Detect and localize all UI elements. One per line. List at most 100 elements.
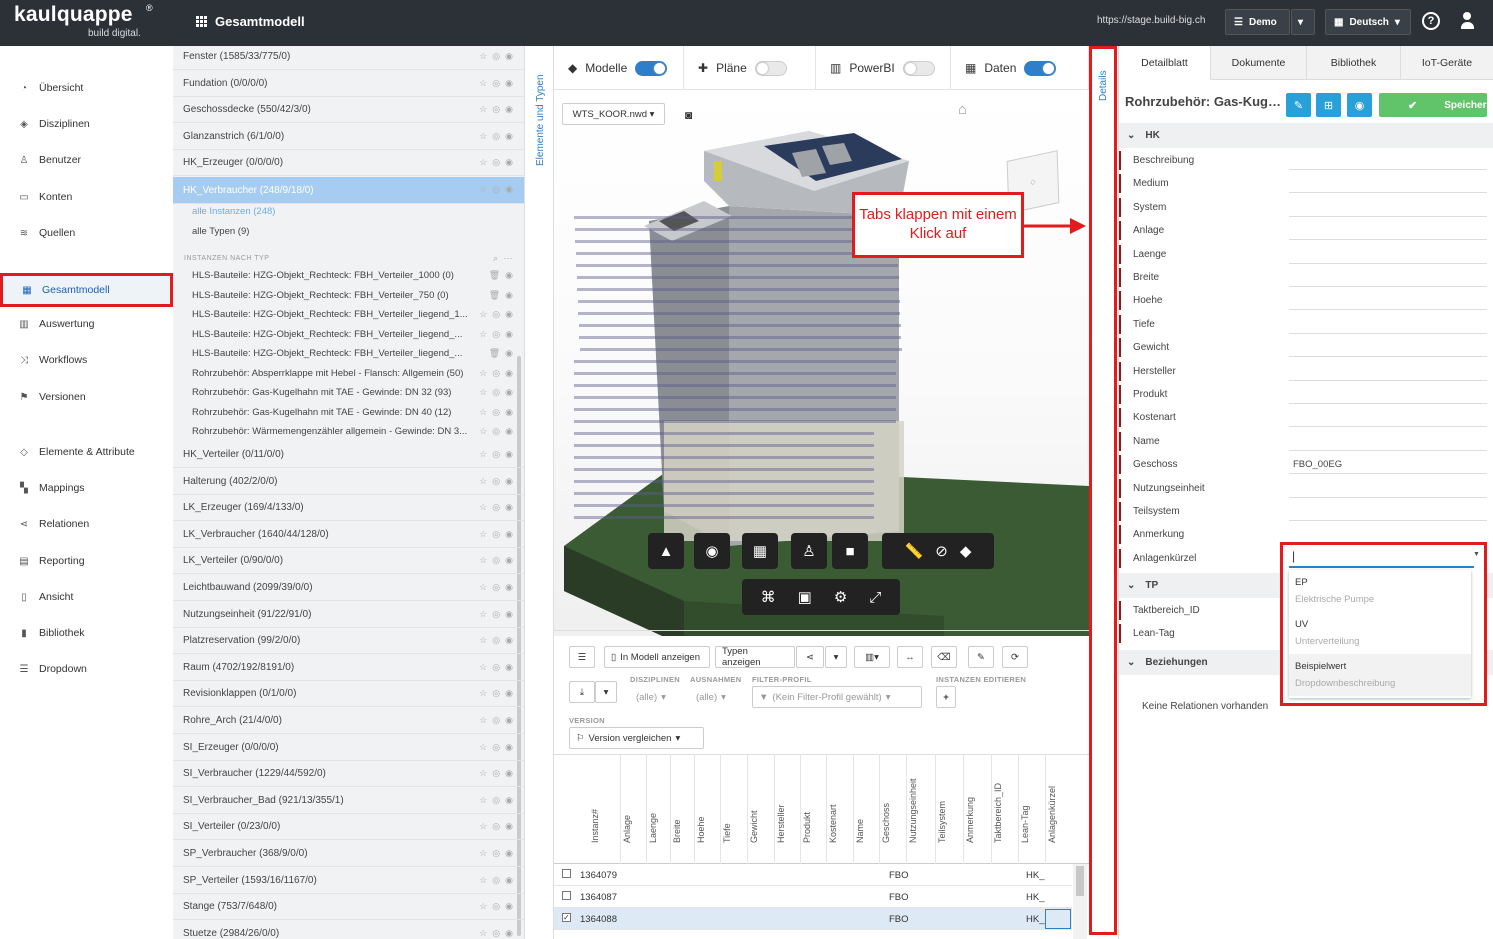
sidebar-item-gesamtmodell[interactable]: ▦ Gesamtmodell <box>0 273 173 307</box>
field-input[interactable] <box>1289 339 1487 358</box>
star-icon[interactable]: ☆ <box>479 821 487 832</box>
settings-icon[interactable]: ⚙ <box>834 588 847 606</box>
video-camera-icon[interactable]: ■ <box>832 533 868 569</box>
star-icon[interactable]: ☆ <box>479 131 487 142</box>
camera-icon[interactable]: ◙ <box>685 108 692 122</box>
table-row[interactable]: ✓ 1364088 FBO HK_ <box>554 908 1072 930</box>
sidebar-item-relationen[interactable]: ⋖ Relationen <box>0 512 173 536</box>
star-icon[interactable]: ☆ <box>479 502 487 513</box>
viewer-tab-toggle[interactable] <box>1024 60 1057 76</box>
viewer-tab-toggle[interactable] <box>635 60 668 76</box>
element-row-selected[interactable]: HK_Verbraucher (248/9/18/0) ☆ ◎ ◉ <box>173 177 524 204</box>
show-in-model-button[interactable]: ▯ In Modell anzeigen <box>604 646 710 668</box>
fullscreen-icon[interactable]: ⤢ <box>869 589 881 606</box>
details-collapse-tab[interactable]: Details <box>1089 46 1117 935</box>
column-header-taktbereich-id[interactable]: Taktbereich_ID <box>993 783 1003 843</box>
person-icon[interactable]: ♙ <box>791 533 827 569</box>
tab-detailblatt[interactable]: Detailblatt <box>1119 46 1211 80</box>
column-header-anlage[interactable]: Anlage <box>622 815 632 843</box>
viewer-tab-daten[interactable]: ▦ Daten <box>951 46 1089 90</box>
star-icon[interactable]: ☆ <box>479 635 487 646</box>
viewer-tab-pläne[interactable]: ✚ Pläne <box>684 46 816 90</box>
eye-icon[interactable]: ◉ <box>505 131 513 142</box>
hierarchy-icon[interactable]: ⌘ <box>761 588 776 606</box>
field-input[interactable] <box>1289 316 1487 334</box>
target-icon[interactable]: ◎ <box>492 875 500 886</box>
sidebar-item-elemente-attribute[interactable]: ◇ Elemente & Attribute <box>0 440 173 464</box>
star-icon[interactable]: ☆ <box>479 848 487 859</box>
instance-row[interactable]: HLS-Bauteile: HZG-Objekt_Rechteck: FBH_V… <box>173 286 513 305</box>
target-icon[interactable]: ◎ <box>492 78 500 89</box>
eye-icon[interactable]: ◉ <box>505 184 513 195</box>
more-icon[interactable]: ⋯ <box>504 253 514 264</box>
caret-down-icon[interactable]: ▼ <box>1473 551 1480 558</box>
column-header-breite[interactable]: Breite <box>672 819 682 843</box>
element-row[interactable]: SP_Verbraucher (368/9/0/0) ☆ ◎ ◉ <box>173 841 524 867</box>
field-input[interactable] <box>1289 363 1487 381</box>
element-row[interactable]: LK_Verbraucher (1640/44/128/0) ☆ ◎ ◉ <box>173 522 524 548</box>
eye-icon[interactable]: ◉ <box>505 635 513 646</box>
brush-button[interactable]: ✎ <box>968 646 994 668</box>
star-icon[interactable]: ☆ <box>479 104 487 115</box>
section-hk[interactable]: ⌄ HK <box>1119 123 1493 148</box>
element-row[interactable]: Platzreservation (99/2/0/0) ☆ ◎ ◉ <box>173 628 524 655</box>
sidebar-item-übersicht[interactable]: ◔ Übersicht <box>0 76 173 100</box>
column-header-geschoss[interactable]: Geschoss <box>881 803 891 843</box>
sidebar-item-ansicht[interactable]: ▯ Ansicht <box>0 585 173 609</box>
table-row[interactable]: 1364087 FBO HK_ <box>554 886 1072 908</box>
sub-all-instances[interactable]: alle Instanzen (248) <box>173 202 513 221</box>
eraser-button[interactable]: ⌫ <box>931 646 957 668</box>
eye-icon[interactable]: ◉ <box>505 688 513 699</box>
target-icon[interactable]: ◎ <box>492 901 500 912</box>
eye-icon[interactable]: ◉ <box>505 502 513 513</box>
target-icon[interactable]: ◎ <box>492 309 500 320</box>
target-icon[interactable]: ◎ <box>492 742 500 753</box>
star-icon[interactable]: ☆ <box>479 609 487 620</box>
3d-scene[interactable]: WTS_KOOR.nwd ▾ ◙ ⌂ ◇ ▲ ◉ ▦ ♙ ■ 📏 ⊘ ◆ ⌘ ▣ ⚙ ⤢ <box>554 91 1089 671</box>
field-input[interactable] <box>1289 222 1487 241</box>
instance-row[interactable]: Rohrzubehör: Gas-Kugelhahn mit TAE - Gew… <box>173 383 513 402</box>
sidebar-item-workflows[interactable]: ⤨ Workflows <box>0 348 173 372</box>
target-icon[interactable]: ◎ <box>492 157 500 168</box>
eye-icon[interactable]: ◉ <box>505 795 513 806</box>
star-icon[interactable]: ☆ <box>479 157 487 168</box>
share-dropdown[interactable]: ▾ <box>825 646 847 668</box>
demo-project-button[interactable]: ☰ Demo <box>1225 9 1290 35</box>
star-icon[interactable]: ☆ <box>479 742 487 753</box>
eye-icon[interactable]: ◉ <box>505 329 513 340</box>
star-icon[interactable]: ☆ <box>479 928 487 939</box>
star-icon[interactable]: ☆ <box>479 529 487 540</box>
dropdown-option[interactable]: EP Elektrische Pumpe <box>1289 570 1471 612</box>
filter-profile-select[interactable]: ▼ (Kein Filter-Profil gewählt) ▾ <box>752 686 922 708</box>
star-icon[interactable]: ☆ <box>479 51 487 62</box>
viewer-tab-toggle[interactable] <box>754 60 787 76</box>
eye-icon[interactable]: ◉ <box>505 348 513 359</box>
eye-icon[interactable]: ◉ <box>505 157 513 168</box>
instance-row[interactable]: HLS-Bauteile: HZG-Objekt_Rechteck: FBH_V… <box>173 325 513 344</box>
star-icon[interactable]: ☆ <box>479 368 487 379</box>
share-button[interactable]: ⋖ <box>796 646 824 668</box>
target-icon[interactable]: ◎ <box>492 688 500 699</box>
sidebar-item-versionen[interactable]: ⚑ Versionen <box>0 385 173 409</box>
target-icon[interactable]: ◎ <box>492 662 500 673</box>
target-icon[interactable]: ◎ <box>492 635 500 646</box>
element-row[interactable]: Fundation (0/0/0/0) ☆ ◎ ◉ <box>173 71 524 97</box>
star-icon[interactable]: ☆ <box>479 715 487 726</box>
row-checkbox[interactable] <box>562 891 571 900</box>
star-icon[interactable]: ☆ <box>479 387 487 398</box>
viewer-tab-powerbi[interactable]: ▥ PowerBI <box>816 46 951 90</box>
target-icon[interactable]: ◎ <box>492 795 500 806</box>
instance-row[interactable]: HLS-Bauteile: HZG-Objekt_Rechteck: FBH_V… <box>173 266 513 285</box>
user-account-icon[interactable] <box>1460 12 1474 30</box>
star-icon[interactable]: ☆ <box>479 688 487 699</box>
field-input[interactable] <box>1289 386 1487 404</box>
disziplinen-select[interactable]: (alle) ▾ <box>630 686 684 708</box>
element-row[interactable]: HK_Erzeuger (0/0/0/0) ☆ ◎ ◉ <box>173 150 524 176</box>
target-icon[interactable]: ◎ <box>492 329 500 340</box>
star-icon[interactable]: ☆ <box>479 582 487 593</box>
help-icon[interactable]: ? <box>1422 12 1440 30</box>
anlagenkuerzel-input[interactable]: | <box>1289 547 1474 568</box>
refresh-button[interactable]: ⟳ <box>1002 646 1028 668</box>
star-icon[interactable]: ☆ <box>479 329 487 340</box>
sidebar-item-dropdown[interactable]: ☰ Dropdown <box>0 657 173 681</box>
